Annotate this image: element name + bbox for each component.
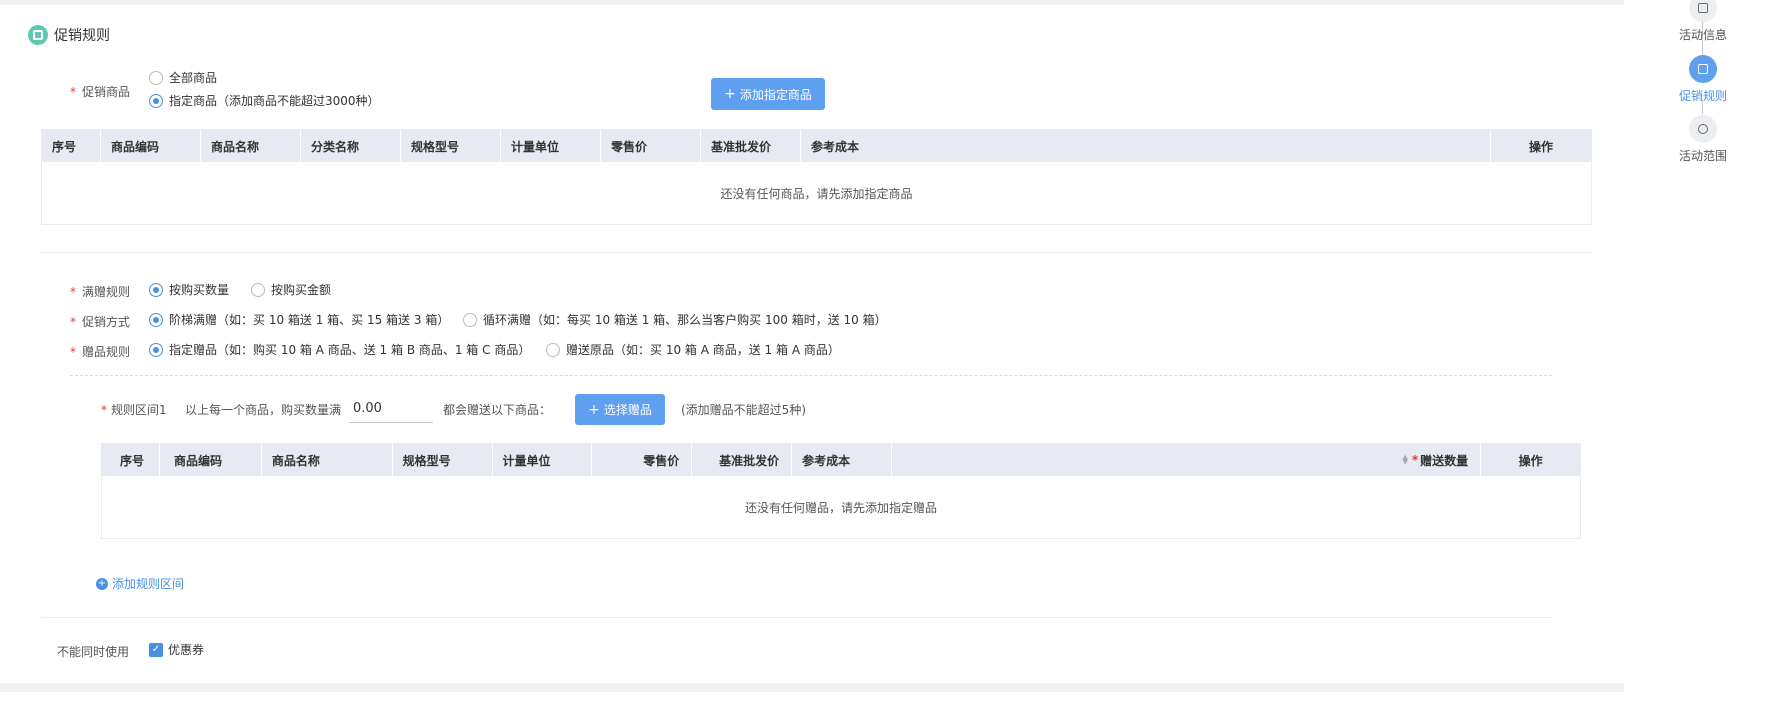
col-index: 序号 [42,130,101,162]
radio-same-goods[interactable]: 赠送原品（如：买 10 箱 A 商品，送 1 箱 A 商品） [546,341,840,358]
col-unit: 计量单位 [493,444,593,476]
section-header: 促销规则 [28,25,110,45]
col-wholesale-price: 基准批发价 [692,444,793,476]
required-mark: * [70,285,76,299]
step-circle [1689,0,1717,22]
section-title: 促销规则 [54,28,110,44]
radio-dot[interactable] [463,312,477,327]
goods-table-header: 序号 商品编码 商品名称 分类名称 规格型号 计量单位 零售价 基准批发价 参考… [42,130,1591,162]
checkmark-icon[interactable]: ✓ [149,642,163,657]
radio-step-gift[interactable]: 阶梯满赠（如：买 10 箱送 1 箱、买 15 箱送 3 箱） [149,311,449,328]
required-mark: * [70,315,76,329]
col-wholesale-price: 基准批发价 [701,130,801,162]
dashed-divider [70,375,1552,376]
radio-specified-gift[interactable]: 指定赠品（如：购买 10 箱 A 商品、送 1 箱 B 商品、1 箱 C 商品） [149,341,530,358]
radio-cycle-gift[interactable]: 循环满赠（如：每买 10 箱送 1 箱、那么当客户购买 100 箱时，送 10 … [463,311,887,328]
radio-dot[interactable] [149,70,163,85]
exclusive-label: 不能同时使用 [57,645,130,659]
radio-dot[interactable] [149,93,163,108]
add-rule-range-link[interactable]: + 添加规则区间 [96,575,184,592]
steps-panel: 活动信息 促销规则 活动范围 [1624,0,1782,707]
plus-icon: + [724,86,736,102]
radio-specified-goods[interactable]: 指定商品（添加商品不能超过3000种） [149,92,380,109]
col-name: 商品名称 [262,444,393,476]
radio-all-goods[interactable]: 全部商品 [149,69,217,86]
col-name: 商品名称 [201,130,301,162]
plus-icon: + [588,401,600,418]
required-mark: * [70,85,76,99]
step-circle [1689,55,1717,83]
gift-table-header: 序号 商品编码 商品名称 规格型号 计量单位 零售价 基准批发价 参考成本 ▲ ▼… [102,444,1580,476]
coupon-checkbox[interactable]: ✓ 优惠券 [149,641,204,658]
col-action: 操作 [1518,453,1543,468]
scope-icon [1698,124,1708,134]
col-ref-cost: 参考成本 [792,444,893,476]
bottom-strip [0,692,1624,707]
radio-dot[interactable] [149,342,163,357]
add-specified-goods-button[interactable]: + 添加指定商品 [711,78,825,110]
plus-circle-icon: + [96,577,108,590]
rule-range-label: * 规则区间1 [101,403,167,417]
promo-goods-label: * 促销商品 [70,85,131,99]
select-gift-button[interactable]: + 选择赠品 [575,394,665,425]
col-code: 商品编码 [101,130,201,162]
quantity-input[interactable] [349,395,433,423]
gift-goods-rule-label: * 赠品规则 [70,345,131,359]
col-unit: 计量单位 [501,130,601,162]
col-action: 操作 [1528,139,1553,154]
upload-box-icon [1698,64,1708,74]
col-category: 分类名称 [301,130,401,162]
required-mark: * [70,345,76,359]
step-circle [1689,115,1717,143]
rule-range-text-before: 以上每一个商品，购买数量满 [185,403,342,417]
gift-table: 序号 商品编码 商品名称 规格型号 计量单位 零售价 基准批发价 参考成本 ▲ ▼… [101,443,1581,539]
step-promo-rules[interactable]: 促销规则 [1624,55,1782,104]
promo-method-label: * 促销方式 [70,315,131,329]
radio-by-amount[interactable]: 按购买金额 [251,281,331,298]
col-retail-price: 零售价 [592,444,693,476]
radio-dot[interactable] [149,282,163,297]
col-spec: 规格型号 [393,444,493,476]
radio-dot[interactable] [149,312,163,327]
gift-rule-label: * 满赠规则 [70,285,131,299]
step-activity-scope[interactable]: 活动范围 [1624,115,1782,164]
col-gift-qty[interactable]: ▲ ▼ * 赠送数量 [892,444,1482,476]
divider [41,252,1592,253]
close-box-icon [1698,3,1708,13]
col-code: 商品编码 [160,444,262,476]
required-mark: * [101,403,107,417]
col-spec: 规格型号 [401,130,501,162]
required-mark: * [1411,453,1419,467]
gift-limit-hint: (添加赠品不能超过5种) [681,403,806,417]
col-ref-cost: 参考成本 [801,130,1491,162]
col-retail-price: 零售价 [601,130,701,162]
goods-table-empty: 还没有任何商品，请先添加指定商品 [42,162,1591,224]
radio-by-quantity[interactable]: 按购买数量 [149,281,229,298]
radio-dot[interactable] [546,342,560,357]
step-activity-info[interactable]: 活动信息 [1624,0,1782,43]
col-index: 序号 [102,444,160,476]
divider [41,617,1552,618]
sort-icon[interactable]: ▲ ▼ [1402,454,1407,466]
goods-table: 序号 商品编码 商品名称 分类名称 规格型号 计量单位 零售价 基准批发价 参考… [41,129,1592,225]
rule-range-text-after: 都会赠送以下商品： [443,403,552,417]
section-icon [28,25,48,45]
gift-table-empty: 还没有任何赠品，请先添加指定赠品 [102,476,1580,538]
radio-dot[interactable] [251,282,265,297]
